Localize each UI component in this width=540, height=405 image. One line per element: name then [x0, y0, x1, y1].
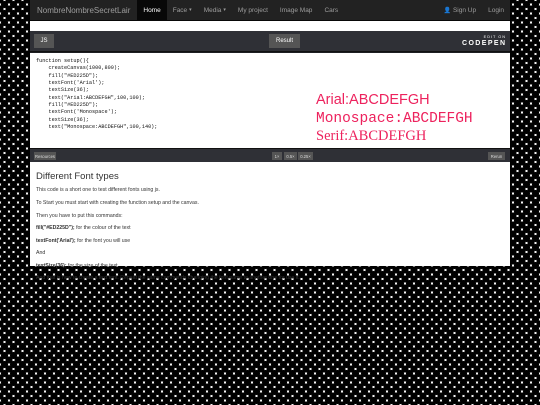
nav-media-label: Media: [203, 6, 222, 14]
cmd3-description: for the size of the text: [66, 263, 118, 269]
code-block: function setup(){ createCanvas(1000,800)…: [36, 58, 158, 131]
brand-link[interactable]: NombreNombreSecretLair: [30, 0, 137, 20]
tab-js[interactable]: JS: [34, 34, 54, 48]
nav-media-dropdown[interactable]: Media ▾: [198, 0, 232, 20]
signup-link[interactable]: 👤 Sign Up: [437, 0, 482, 20]
top-navbar: NombreNombreSecretLair Home Face ▾ Media ▾…: [30, 0, 510, 21]
codepen-wordmark: CODEPEN: [462, 40, 507, 47]
nav-cars[interactable]: Cars: [318, 0, 344, 20]
cmd2-paragraph: textFont('Arial'); for the font you will…: [36, 238, 130, 244]
result-monospace-line: Monospace:ABCDEFGH: [316, 111, 473, 127]
nav-cars-label: Cars: [324, 6, 339, 14]
code-editor-pane[interactable]: function setup(){ createCanvas(1000,800)…: [30, 53, 315, 148]
cmd3-paragraph: textSize(36); for the size of the text: [36, 263, 118, 269]
result-arial-line: Arial:ABCDEFGH: [316, 92, 430, 108]
then-paragraph: Then you have to put this commands:: [36, 213, 123, 219]
nav-right-group: 👤 Sign Up Login: [437, 0, 510, 20]
codepen-logo[interactable]: EDIT ON CODEPEN: [462, 33, 506, 50]
embed-header: JS Result EDIT ON CODEPEN: [30, 31, 510, 52]
signup-label: Sign Up: [452, 6, 477, 14]
cmd3-code: textSize(36);: [36, 263, 67, 269]
start-paragraph: To Start you must start with creating th…: [36, 200, 199, 206]
rerun-button[interactable]: Rerun: [488, 152, 505, 160]
cmd1-code: fill("#ED225D");: [36, 225, 75, 231]
chevron-down-icon: ▾: [223, 7, 226, 13]
cmd2-code: textFont('Arial');: [36, 238, 76, 244]
zoom-half-button[interactable]: 0.5×: [284, 152, 297, 160]
result-serif-line: Serif:ABCDEFGH: [316, 128, 427, 144]
resources-button[interactable]: Resources: [34, 152, 56, 160]
tab-result[interactable]: Result: [269, 34, 300, 48]
login-label: Login: [488, 6, 504, 14]
and-paragraph: And: [36, 250, 46, 256]
chevron-down-icon: ▾: [189, 7, 192, 13]
nav-image-map[interactable]: Image Map: [274, 0, 319, 20]
cmd2-description: for the font you will use: [75, 238, 131, 244]
edit-on-label: EDIT ON: [483, 35, 506, 39]
cmd1-paragraph: fill("#ED225D"); for the colour of the t…: [36, 225, 131, 231]
article: Different Font types This code is a shor…: [36, 171, 506, 281]
nav-my-project[interactable]: My project: [232, 0, 274, 20]
cmd1-description: for the colour of the text: [74, 225, 131, 231]
nav-face-label: Face: [172, 6, 188, 14]
zoom-quarter-button[interactable]: 0.25×: [298, 152, 313, 160]
zoom-1x-button[interactable]: 1×: [272, 152, 282, 160]
nav-home-label: Home: [143, 6, 161, 14]
nav-home[interactable]: Home: [137, 0, 167, 20]
outro-paragraph: And that is how to create a text font. R…: [36, 275, 300, 281]
nav-face-dropdown[interactable]: Face ▾: [167, 0, 198, 20]
embed-footer: Resources 1× 0.5× 0.25× Rerun: [30, 148, 510, 162]
user-icon: 👤: [443, 7, 451, 14]
intro-paragraph: This code is a short one to test differe…: [36, 187, 160, 193]
nav-image-map-label: Image Map: [279, 6, 313, 14]
main-container: JS Result EDIT ON CODEPEN function setup…: [30, 21, 510, 281]
login-link[interactable]: Login: [482, 0, 510, 20]
result-pane: Arial:ABCDEFGH Monospace:ABCDEFGH Serif:…: [315, 53, 510, 148]
nav-my-project-label: My project: [237, 6, 268, 14]
codepen-embed: JS Result EDIT ON CODEPEN function setup…: [30, 31, 510, 162]
page-title: Different Font types: [36, 171, 119, 182]
